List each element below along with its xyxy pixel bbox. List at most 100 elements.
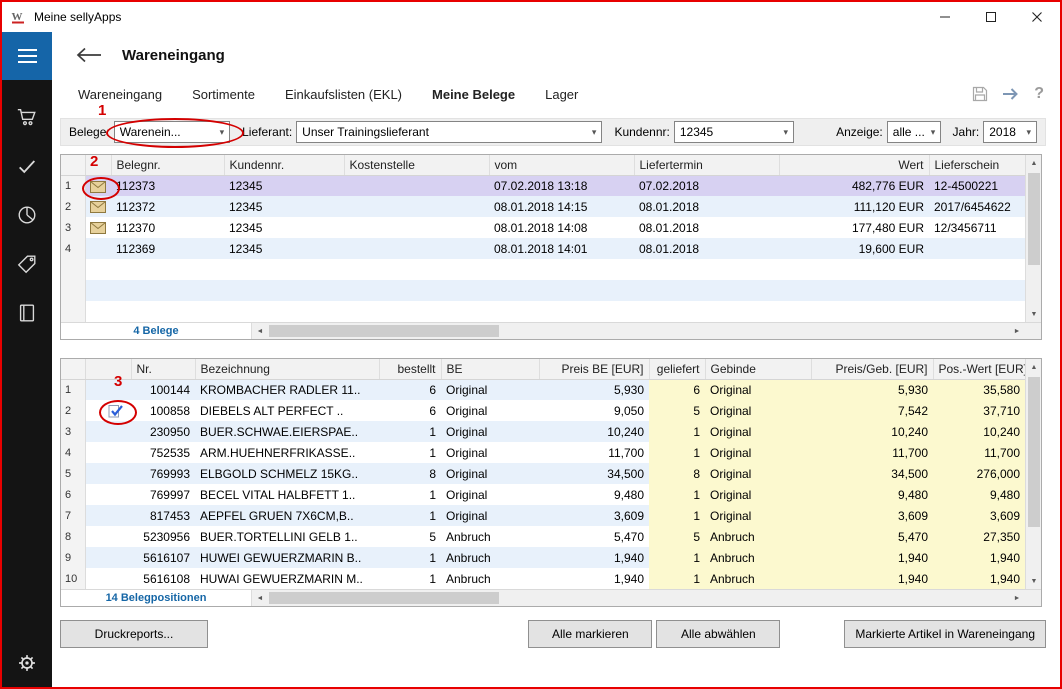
position-row[interactable]: 7817453AEPFEL GRUEN 7X6CM,B..1Original3,… xyxy=(61,505,1025,526)
column-header-belegnr[interactable]: Belegnr. xyxy=(111,155,224,175)
belege-vertical-scrollbar[interactable]: ▲ ▼ xyxy=(1025,155,1041,322)
column-header-nr[interactable]: Nr. xyxy=(131,359,195,379)
tab-lager[interactable]: Lager xyxy=(545,87,578,102)
belege-dropdown[interactable]: Warenein...▾ xyxy=(114,121,230,143)
position-row[interactable]: 95616107HUWEI GEWUERZMARIN B..1Anbruch1,… xyxy=(61,547,1025,568)
cell-pos_wert: 10,240 xyxy=(933,421,1025,442)
column-header-be[interactable]: BE xyxy=(441,359,539,379)
column-header-kostenstelle[interactable]: Kostenstelle xyxy=(344,155,489,175)
jahr-dropdown[interactable]: 2018▾ xyxy=(983,121,1037,143)
tab-sortimente[interactable]: Sortimente xyxy=(192,87,255,102)
scroll-right-icon[interactable]: ► xyxy=(1009,590,1025,606)
tab-meine-belege[interactable]: Meine Belege xyxy=(432,87,515,102)
alle-abwaehlen-button[interactable]: Alle abwählen xyxy=(656,620,780,648)
column-header-wert[interactable]: Wert xyxy=(779,155,929,175)
positionen-vertical-scrollbar[interactable]: ▲ ▼ xyxy=(1025,359,1041,589)
cell-num xyxy=(61,259,85,280)
cell-gebinde: Original xyxy=(705,463,811,484)
cell-bez: BUER.TORTELLINI GELB 1.. xyxy=(195,526,379,547)
tab-einkaufslisten[interactable]: Einkaufslisten (EKL) xyxy=(285,87,402,102)
sidebar-item-prices[interactable] xyxy=(14,252,40,276)
belege-header-row: Belegnr. Kundennr. Kostenstelle vom Lief… xyxy=(61,155,1025,175)
column-header-kundennr[interactable]: Kundennr. xyxy=(224,155,344,175)
cell-bez: ELBGOLD SCHMELZ 15KG.. xyxy=(195,463,379,484)
scroll-right-icon[interactable]: ► xyxy=(1009,323,1025,339)
cell-kundennr: 12345 xyxy=(224,196,344,217)
column-header-bezeichnung[interactable]: Bezeichnung xyxy=(195,359,379,379)
scroll-down-icon[interactable]: ▼ xyxy=(1026,306,1042,322)
back-button[interactable] xyxy=(74,47,104,63)
chevron-down-icon: ▾ xyxy=(925,127,936,138)
cell-kundennr xyxy=(224,259,344,280)
column-header-geliefert[interactable]: geliefert xyxy=(649,359,705,379)
cell-nr: 100858 xyxy=(131,400,195,421)
cell-bestellt: 1 xyxy=(379,505,441,526)
cell-pos_wert: 9,480 xyxy=(933,484,1025,505)
anzeige-label: Anzeige: xyxy=(836,125,883,139)
sidebar-item-statistics[interactable] xyxy=(14,203,40,227)
kundennr-dropdown[interactable]: 12345▾ xyxy=(674,121,794,143)
anzeige-dropdown[interactable]: alle ...▾ xyxy=(887,121,941,143)
pie-chart-icon xyxy=(16,204,38,226)
sidebar-item-tasks[interactable] xyxy=(14,154,40,178)
position-row[interactable]: 6769997BECEL VITAL HALBFETT 1..1Original… xyxy=(61,484,1025,505)
cell-kundennr xyxy=(224,280,344,301)
scroll-left-icon[interactable]: ◄ xyxy=(252,323,268,339)
column-header-lieferschein[interactable]: Lieferschein xyxy=(929,155,1025,175)
positionen-horizontal-scrollbar[interactable]: ◄ ► xyxy=(251,590,1025,606)
cell-nr: 5616108 xyxy=(131,568,195,589)
cell-icon xyxy=(85,301,111,322)
column-header-preis-be[interactable]: Preis BE [EUR] xyxy=(539,359,649,379)
back-arrow-icon xyxy=(76,47,102,63)
save-icon[interactable] xyxy=(972,86,988,102)
maximize-button[interactable] xyxy=(968,2,1014,32)
cell-geliefert: 6 xyxy=(649,379,705,400)
cell-kostenstelle xyxy=(344,259,489,280)
lieferant-dropdown[interactable]: Unser Trainingslieferant▾ xyxy=(296,121,602,143)
scroll-left-icon[interactable]: ◄ xyxy=(252,590,268,606)
position-row[interactable]: 2 100858DIEBELS ALT PERFECT ..6Original9… xyxy=(61,400,1025,421)
belege-horizontal-scrollbar[interactable]: ◄ ► xyxy=(251,323,1025,339)
scrollbar-thumb[interactable] xyxy=(1028,173,1040,265)
scrollbar-thumb[interactable] xyxy=(269,325,499,337)
position-row[interactable]: 5769993ELBGOLD SCHMELZ 15KG..8Original34… xyxy=(61,463,1025,484)
column-header-vom[interactable]: vom xyxy=(489,155,634,175)
column-header-liefertermin[interactable]: Liefertermin xyxy=(634,155,779,175)
scrollbar-thumb[interactable] xyxy=(1028,377,1040,527)
column-header-preis-geb[interactable]: Preis/Geb. [EUR] xyxy=(811,359,933,379)
cell-bez: HUWAI GEWUERZMARIN M.. xyxy=(195,568,379,589)
sidebar-item-cart[interactable] xyxy=(14,105,40,129)
settings-button[interactable] xyxy=(14,651,40,675)
scrollbar-thumb[interactable] xyxy=(269,592,499,604)
anzeige-value: alle ... xyxy=(893,125,925,139)
alle-markieren-button[interactable]: Alle markieren xyxy=(528,620,652,648)
belege-table: Belegnr. Kundennr. Kostenstelle vom Lief… xyxy=(61,155,1025,322)
forward-arrow-icon[interactable] xyxy=(1002,87,1020,101)
sidebar-item-catalog[interactable] xyxy=(14,301,40,325)
position-row[interactable]: 105616108HUWAI GEWUERZMARIN M..1Anbruch1… xyxy=(61,568,1025,589)
druckreports-button[interactable]: Druckreports... xyxy=(60,620,208,648)
tab-wareneingang[interactable]: Wareneingang xyxy=(78,87,162,102)
scroll-up-icon[interactable]: ▲ xyxy=(1026,155,1042,171)
beleg-row[interactable]: 1 1123731234507.02.2018 13:1807.02.20184… xyxy=(61,175,1025,196)
position-row[interactable]: 1100144KROMBACHER RADLER 11..6Original5,… xyxy=(61,379,1025,400)
scroll-down-icon[interactable]: ▼ xyxy=(1026,573,1042,589)
minimize-button[interactable] xyxy=(922,2,968,32)
markierte-artikel-button[interactable]: Markierte Artikel in Wareneingang xyxy=(844,620,1046,648)
beleg-row[interactable]: 3 1123701234508.01.2018 14:0808.01.20181… xyxy=(61,217,1025,238)
column-header-pos-wert[interactable]: Pos.-Wert [EUR] xyxy=(933,359,1025,379)
position-row[interactable]: 85230956BUER.TORTELLINI GELB 1..5Anbruch… xyxy=(61,526,1025,547)
position-row[interactable]: 4752535ARM.HUEHNERFRIKASSE..1Original11,… xyxy=(61,442,1025,463)
menu-button[interactable] xyxy=(2,32,52,80)
beleg-row[interactable]: 41123691234508.01.2018 14:0108.01.201819… xyxy=(61,238,1025,259)
beleg-row[interactable]: 2 1123721234508.01.2018 14:1508.01.20181… xyxy=(61,196,1025,217)
cell-preis_geb: 34,500 xyxy=(811,463,933,484)
position-row[interactable]: 3230950BUER.SCHWAE.EIERSPAE..1Original10… xyxy=(61,421,1025,442)
close-button[interactable] xyxy=(1014,2,1060,32)
cell-kundennr xyxy=(224,301,344,322)
cell-nr: 5616107 xyxy=(131,547,195,568)
help-icon[interactable]: ? xyxy=(1034,85,1044,103)
column-header-gebinde[interactable]: Gebinde xyxy=(705,359,811,379)
scroll-up-icon[interactable]: ▲ xyxy=(1026,359,1042,375)
column-header-bestellt[interactable]: bestellt xyxy=(379,359,441,379)
